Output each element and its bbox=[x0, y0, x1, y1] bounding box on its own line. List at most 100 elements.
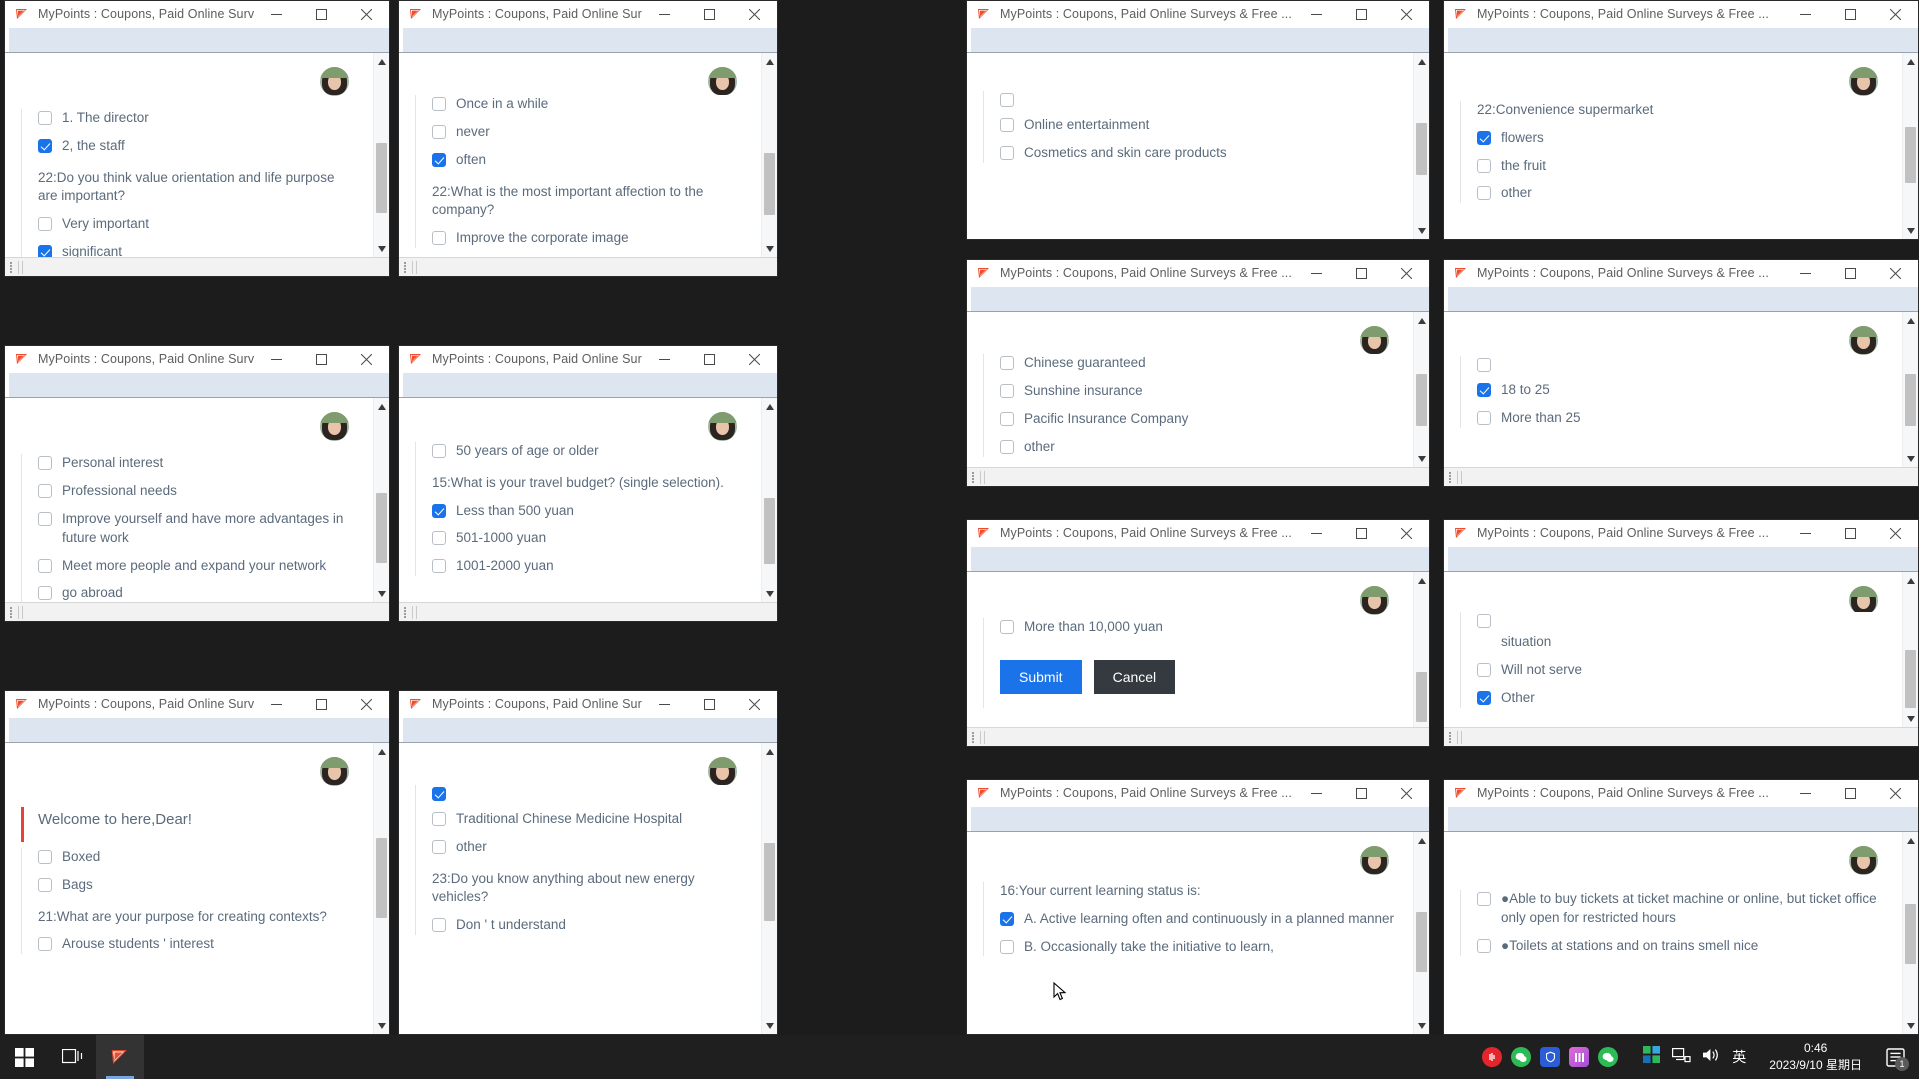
checkbox-icon[interactable] bbox=[432, 230, 446, 245]
colorful-tiles-icon[interactable] bbox=[1643, 1045, 1661, 1069]
scroll-up-arrow-icon[interactable] bbox=[1903, 832, 1919, 849]
maximize-icon[interactable] bbox=[687, 691, 732, 718]
checkbox-icon[interactable] bbox=[1477, 358, 1491, 372]
netease-music-icon[interactable] bbox=[1482, 1047, 1503, 1067]
vertical-scrollbar[interactable] bbox=[373, 398, 389, 602]
title-bar[interactable]: MyPoints : Coupons, Paid Online Surveys … bbox=[1444, 1, 1918, 28]
maximize-icon[interactable] bbox=[1828, 260, 1873, 287]
volume-icon[interactable] bbox=[1702, 1047, 1721, 1068]
survey-option[interactable]: Chinese guaranteed bbox=[1000, 354, 1399, 373]
browser-window[interactable]: MyPoints : Coupons, Paid Online Surveys … bbox=[398, 690, 778, 1035]
browser-toolbar[interactable] bbox=[5, 373, 389, 398]
maximize-icon[interactable] bbox=[1339, 780, 1384, 807]
scroll-up-arrow-icon[interactable] bbox=[1903, 312, 1919, 329]
browser-toolbar[interactable] bbox=[1444, 28, 1918, 53]
scroll-down-arrow-icon[interactable] bbox=[374, 1017, 390, 1034]
avatar[interactable] bbox=[1360, 845, 1389, 875]
scrollbar-thumb[interactable] bbox=[1416, 123, 1427, 175]
vertical-scrollbar[interactable] bbox=[1413, 53, 1429, 239]
minimize-icon[interactable] bbox=[1783, 1, 1828, 28]
avatar[interactable] bbox=[320, 756, 349, 786]
avatar[interactable] bbox=[1849, 845, 1878, 875]
network-icon[interactable] bbox=[1672, 1047, 1691, 1068]
checkbox-checked-icon[interactable] bbox=[1477, 130, 1491, 145]
wechat-icon[interactable] bbox=[1511, 1047, 1532, 1067]
scroll-down-arrow-icon[interactable] bbox=[1903, 450, 1919, 467]
app-pink-icon[interactable] bbox=[1569, 1047, 1590, 1067]
window-controls[interactable] bbox=[1783, 1, 1918, 28]
checkbox-icon[interactable] bbox=[432, 559, 446, 574]
survey-option[interactable]: ●Toilets at stations and on trains smell… bbox=[1477, 937, 1888, 956]
checkbox-icon[interactable] bbox=[1000, 939, 1014, 954]
survey-option[interactable] bbox=[1000, 91, 1399, 107]
window-controls[interactable] bbox=[1294, 520, 1429, 547]
survey-option[interactable]: never bbox=[432, 123, 747, 142]
clock[interactable]: 0:46 2023/9/10 星期日 bbox=[1769, 1040, 1862, 1074]
scroll-down-arrow-icon[interactable] bbox=[762, 1017, 778, 1034]
close-icon[interactable] bbox=[344, 1, 389, 28]
title-bar[interactable]: MyPoints : Coupons, Paid Online Surveys … bbox=[5, 1, 389, 28]
avatar[interactable] bbox=[1849, 325, 1878, 355]
survey-option[interactable]: Sunshine insurance bbox=[1000, 382, 1399, 401]
scroll-down-arrow-icon[interactable] bbox=[374, 585, 390, 602]
window-controls[interactable] bbox=[1783, 780, 1918, 807]
survey-option[interactable]: Personal interest bbox=[38, 454, 359, 473]
checkbox-icon[interactable] bbox=[1477, 614, 1491, 628]
scroll-up-arrow-icon[interactable] bbox=[1414, 572, 1430, 589]
scroll-up-arrow-icon[interactable] bbox=[1414, 312, 1430, 329]
browser-window[interactable]: MyPoints : Coupons, Paid Online Surveys … bbox=[398, 345, 778, 622]
survey-option[interactable]: Will not serve bbox=[1477, 661, 1888, 680]
survey-option[interactable]: significant bbox=[38, 243, 359, 257]
survey-option[interactable]: Meet more people and expand your network bbox=[38, 557, 359, 576]
checkbox-checked-icon[interactable] bbox=[1477, 690, 1491, 705]
title-bar[interactable]: MyPoints : Coupons, Paid Online Surveys … bbox=[967, 780, 1429, 807]
close-icon[interactable] bbox=[1384, 260, 1429, 287]
checkbox-icon[interactable] bbox=[38, 111, 52, 125]
survey-option[interactable] bbox=[1477, 356, 1888, 372]
minimize-icon[interactable] bbox=[1294, 260, 1339, 287]
browser-window[interactable]: MyPoints : Coupons, Paid Online Surveys … bbox=[4, 345, 390, 622]
mypoints-taskbar-app-icon[interactable] bbox=[96, 1035, 144, 1079]
checkbox-checked-icon[interactable] bbox=[432, 787, 446, 801]
browser-window[interactable]: MyPoints : Coupons, Paid Online Surveys … bbox=[1443, 0, 1919, 240]
maximize-icon[interactable] bbox=[1339, 260, 1384, 287]
checkbox-icon[interactable] bbox=[432, 97, 446, 111]
close-icon[interactable] bbox=[732, 1, 777, 28]
scrollbar-thumb[interactable] bbox=[1905, 374, 1916, 426]
scroll-up-arrow-icon[interactable] bbox=[1414, 832, 1430, 849]
title-bar[interactable]: MyPoints : Coupons, Paid Online Surveys … bbox=[1444, 520, 1918, 547]
checkbox-icon[interactable] bbox=[1477, 410, 1491, 425]
scrollbar-thumb[interactable] bbox=[1416, 672, 1427, 722]
survey-option[interactable] bbox=[432, 785, 747, 801]
browser-window[interactable]: MyPoints : Coupons, Paid Online Surveys … bbox=[966, 0, 1430, 240]
close-icon[interactable] bbox=[1873, 780, 1918, 807]
title-bar[interactable]: MyPoints : Coupons, Paid Online Surveys … bbox=[399, 691, 777, 718]
browser-toolbar[interactable] bbox=[1444, 287, 1918, 312]
checkbox-icon[interactable] bbox=[1000, 145, 1014, 160]
close-icon[interactable] bbox=[732, 346, 777, 373]
checkbox-icon[interactable] bbox=[38, 877, 52, 892]
browser-window[interactable]: MyPoints : Coupons, Paid Online Surveys … bbox=[966, 259, 1430, 487]
vertical-scrollbar[interactable] bbox=[1413, 832, 1429, 1034]
scrollbar-thumb[interactable] bbox=[764, 498, 775, 564]
checkbox-icon[interactable] bbox=[38, 483, 52, 498]
scrollbar-thumb[interactable] bbox=[376, 493, 387, 563]
checkbox-icon[interactable] bbox=[38, 217, 52, 232]
avatar[interactable] bbox=[320, 411, 349, 441]
scrollbar-thumb[interactable] bbox=[376, 838, 387, 918]
checkbox-icon[interactable] bbox=[1000, 356, 1014, 370]
vertical-scrollbar[interactable] bbox=[1413, 572, 1429, 727]
browser-window[interactable]: MyPoints : Coupons, Paid Online Surveys … bbox=[1443, 779, 1919, 1035]
browser-window[interactable]: MyPoints : Coupons, Paid Online Surveys … bbox=[966, 519, 1430, 747]
window-controls[interactable] bbox=[1294, 780, 1429, 807]
notification-center-icon[interactable]: 1 bbox=[1881, 1035, 1909, 1079]
scrollbar-thumb[interactable] bbox=[1416, 374, 1427, 426]
scroll-up-arrow-icon[interactable] bbox=[762, 743, 778, 760]
checkbox-icon[interactable] bbox=[432, 531, 446, 546]
minimize-icon[interactable] bbox=[642, 346, 687, 373]
survey-option[interactable]: Cosmetics and skin care products bbox=[1000, 144, 1399, 163]
survey-option[interactable]: other bbox=[1000, 438, 1399, 457]
window-controls[interactable] bbox=[254, 691, 389, 718]
browser-toolbar[interactable] bbox=[1444, 807, 1918, 832]
vertical-scrollbar[interactable] bbox=[1902, 53, 1918, 239]
